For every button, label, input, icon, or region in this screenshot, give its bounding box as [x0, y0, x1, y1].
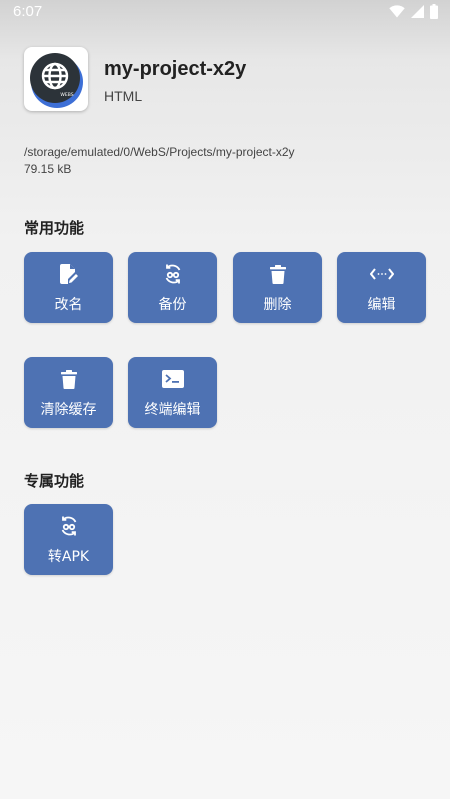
backup-button-label: 备份 [158, 297, 187, 313]
edit-button-label: 编辑 [367, 297, 396, 313]
section-title-exclusive: 专属功能 [24, 472, 85, 490]
status-bar: 6:07 [0, 0, 450, 26]
edit-button[interactable]: 编辑 [337, 252, 426, 323]
project-type: HTML [104, 88, 143, 104]
backup-icon [163, 264, 183, 284]
backup-button[interactable]: 备份 [128, 252, 217, 323]
battery-icon [430, 4, 438, 19]
rename-button[interactable]: 改名 [24, 252, 113, 323]
trash-icon [60, 369, 77, 389]
rename-icon [59, 264, 78, 284]
app-icon: WEBS [24, 47, 88, 111]
rename-button-label: 改名 [54, 297, 83, 313]
convert-apk-button-label: 转APK [47, 549, 90, 565]
convert-apk-button[interactable]: 转APK [24, 504, 113, 575]
app-icon-badge: WEBS [60, 92, 73, 98]
status-time: 6:07 [13, 3, 43, 20]
globe-icon: WEBS [30, 53, 83, 108]
code-icon [369, 264, 394, 284]
status-icons [389, 4, 438, 19]
section-title-common: 常用功能 [24, 219, 85, 237]
project-name: my-project-x2y [104, 58, 247, 80]
clear-cache-button-label: 清除缓存 [40, 402, 97, 418]
delete-button-label: 删除 [263, 297, 292, 313]
signal-icon [411, 5, 424, 18]
project-size: 79.15 kB [24, 162, 72, 176]
terminal-edit-button[interactable]: 终端编辑 [128, 357, 217, 428]
convert-icon [59, 516, 79, 536]
project-path: /storage/emulated/0/WebS/Projects/my-pro… [24, 145, 295, 159]
terminal-edit-button-label: 终端编辑 [144, 402, 201, 418]
clear-cache-button[interactable]: 清除缓存 [24, 357, 113, 428]
trash-icon [269, 264, 286, 284]
delete-button[interactable]: 删除 [233, 252, 322, 323]
wifi-icon [389, 5, 405, 18]
terminal-icon [161, 369, 184, 389]
